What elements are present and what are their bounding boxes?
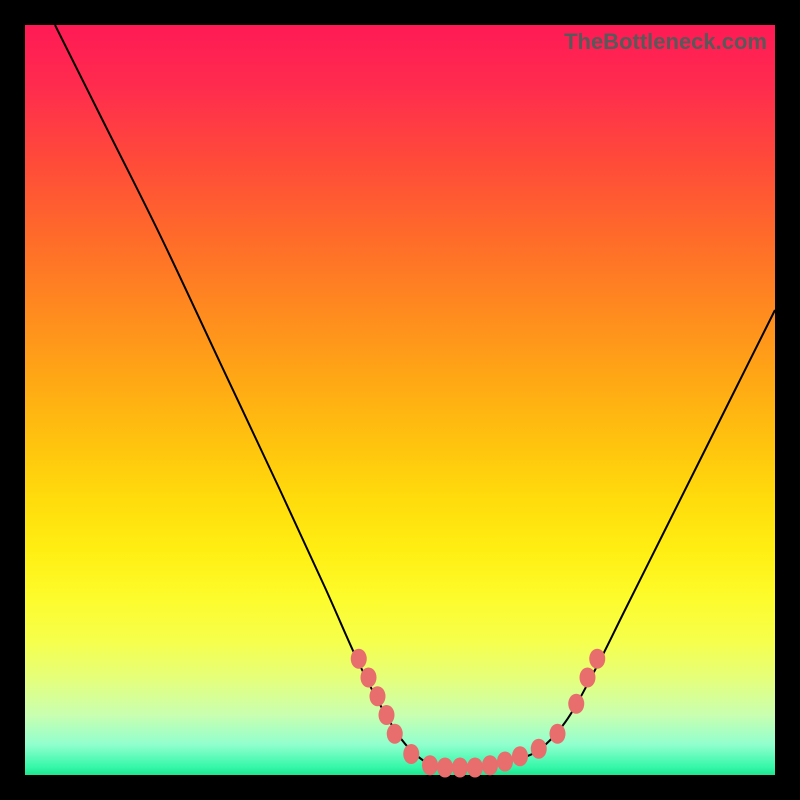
accent-marker — [387, 724, 403, 744]
accent-marker — [512, 746, 528, 766]
accent-marker — [361, 668, 377, 688]
chart-svg — [25, 25, 775, 775]
accent-marker — [403, 744, 419, 764]
accent-marker — [497, 752, 513, 772]
accent-marker — [351, 649, 367, 669]
accent-marker — [467, 758, 483, 778]
accent-marker — [379, 705, 395, 725]
accent-marker — [452, 758, 468, 778]
accent-marker — [550, 724, 566, 744]
accent-marker — [482, 755, 498, 775]
accent-marker — [531, 739, 547, 759]
accent-marker — [580, 668, 596, 688]
chart-frame: TheBottleneck.com — [0, 0, 800, 800]
accent-marker — [422, 755, 438, 775]
bottleneck-curve — [55, 25, 775, 768]
marker-group — [351, 649, 606, 778]
accent-marker — [437, 758, 453, 778]
accent-marker — [589, 649, 605, 669]
accent-marker — [568, 694, 584, 714]
accent-marker — [370, 686, 386, 706]
plot-area: TheBottleneck.com — [25, 25, 775, 775]
